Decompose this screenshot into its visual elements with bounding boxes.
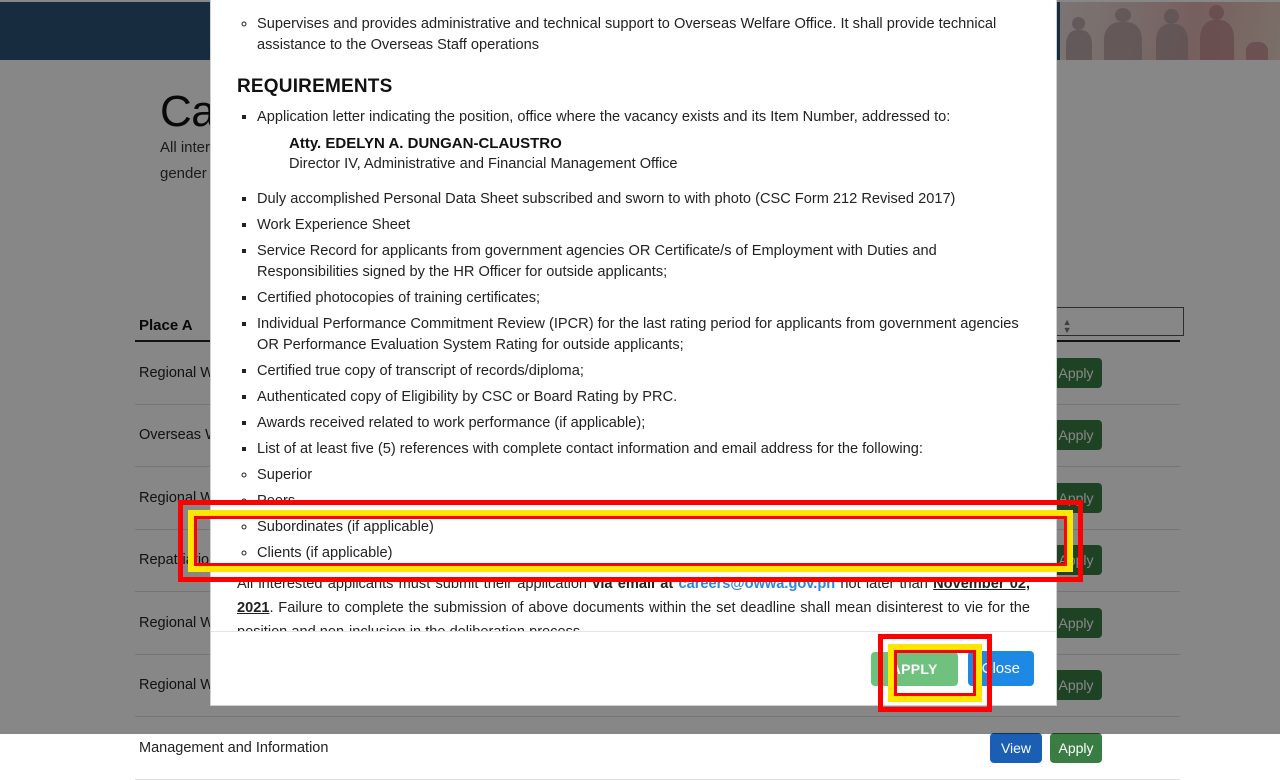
addressee-block: Atty. EDELYN A. DUNGAN-CLAUSTRO Director… <box>289 133 1030 175</box>
apply-button[interactable]: APPLY <box>870 651 958 686</box>
duty-item: Supervises and provides administrative a… <box>257 14 1030 56</box>
requirement-item: Work Experience Sheet <box>257 215 1030 236</box>
cell-action: View Apply <box>990 732 1180 763</box>
cell-place-assigned: Management and Information <box>139 739 329 756</box>
modal-body[interactable]: Supervises and provides administrative a… <box>211 0 1056 631</box>
careers-email-link[interactable]: careers@owwa.gov.ph <box>678 576 835 592</box>
notice-part1: All interested applicants must submit th… <box>237 576 593 592</box>
requirement-item: Individual Performance Commitment Review… <box>257 314 1030 356</box>
duties-list: Supervises and provides administrative a… <box>237 14 1030 56</box>
reference-item: Subordinates (if applicable) <box>257 517 1030 538</box>
job-details-modal: Supervises and provides administrative a… <box>210 0 1057 706</box>
requirements-intro-list: Application letter indicating the positi… <box>237 107 1030 128</box>
row-apply-button[interactable]: Apply <box>1050 732 1102 763</box>
addressee-name: Atty. EDELYN A. DUNGAN-CLAUSTRO <box>289 135 562 152</box>
requirement-item: List of at least five (5) references wit… <box>257 439 1030 460</box>
requirements-heading: REQUIREMENTS <box>237 76 393 97</box>
requirement-item: Certified true copy of transcript of rec… <box>257 361 1030 382</box>
reference-item: Clients (if applicable) <box>257 543 1030 564</box>
close-button[interactable]: Close <box>967 651 1034 686</box>
requirement-item: Application letter indicating the positi… <box>257 107 1030 128</box>
requirement-item: Awards received related to work performa… <box>257 413 1030 434</box>
notice-bold1: via email at <box>592 576 679 592</box>
notice-part2: not later than <box>835 576 934 592</box>
requirement-item: Duly accomplished Personal Data Sheet su… <box>257 189 1030 210</box>
requirements-list: Duly accomplished Personal Data Sheet su… <box>237 189 1030 460</box>
reference-item: Superior <box>257 465 1030 486</box>
references-list: Superior Peers Subordinates (if applicable… <box>237 465 1030 564</box>
row-view-button[interactable]: View <box>990 732 1042 763</box>
modal-footer: APPLY Close <box>211 631 1056 705</box>
addressee-title: Director IV, Administrative and Financia… <box>289 156 678 172</box>
requirement-item: Service Record for applicants from gover… <box>257 241 1030 283</box>
application-notice: All interested applicants must submit th… <box>237 572 1030 631</box>
notice-part3: . Failure to complete the submission of … <box>237 600 1030 631</box>
reference-item: Peers <box>257 491 1030 512</box>
requirement-item: Authenticated copy of Eligibility by CSC… <box>257 387 1030 408</box>
requirement-item: Certified photocopies of training certif… <box>257 288 1030 309</box>
